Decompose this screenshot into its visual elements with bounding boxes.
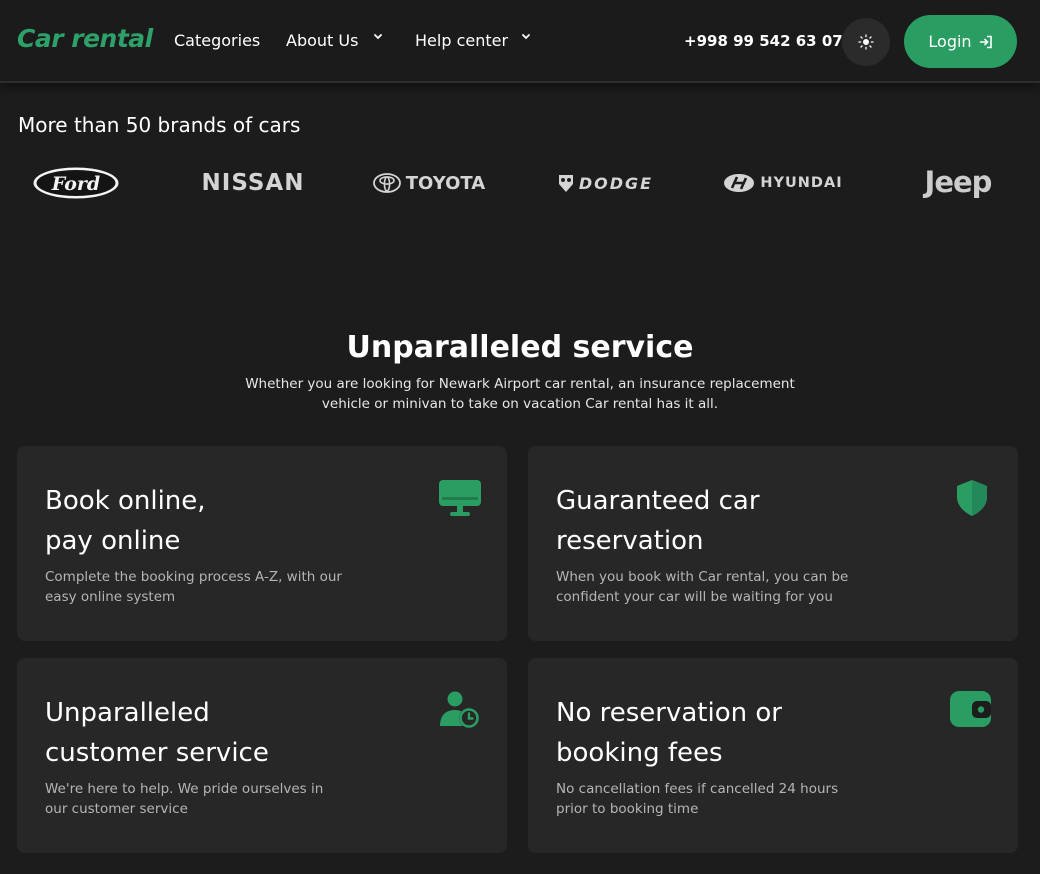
service-card-book-online: Book online, pay online Complete the boo… [17,446,507,641]
nav-categories[interactable]: Categories [174,31,260,50]
card-description-line: our customer service [45,801,188,817]
card-title-line: reservation [556,526,704,556]
brand-ford-logo[interactable]: Ford [32,166,120,200]
shield-icon [957,480,987,516]
service-subtitle: Whether you are looking for Newark Airpo… [240,374,800,414]
logo[interactable]: Car rental [17,24,153,53]
service-subtitle-line: vehicle or minivan to take on vacation C… [321,396,719,412]
wallet-icon [950,691,991,727]
site-header: Car rental Categories About Us Help cent… [0,0,1040,83]
card-description: No cancellation fees if cancelled 24 hou… [556,779,866,819]
ford-logo: Ford [33,167,119,199]
card-title-line: No reservation or [556,698,782,728]
jeep-logo-text: Jeep [924,165,993,199]
toyota-emblem-icon [372,173,401,193]
dodge-logo-text: DODGE [578,173,654,193]
ford-logo-text: Ford [51,173,100,195]
chevron-down-icon[interactable] [519,30,533,44]
card-title-line: Book online, [45,486,206,516]
card-description: When you book with Car rental, you can b… [556,567,866,607]
service-subtitle-line: Whether you are looking for Newark Airpo… [245,376,795,392]
card-description-line: confident your car will be waiting for y… [556,589,833,605]
nav-help-center[interactable]: Help center [415,31,508,50]
monitor-icon [439,480,481,516]
card-title: Unparalleled customer service [45,693,405,773]
login-arrow-icon [979,35,992,48]
brand-toyota-logo[interactable]: TOYOTA [370,168,488,198]
brands-title: More than 50 brands of cars [18,113,301,137]
card-description-line: prior to booking time [556,801,699,817]
card-title-line: booking fees [556,738,723,768]
card-title-line: Guaranteed car [556,486,760,516]
service-card-customer-service: Unparalleled customer service We're here… [17,658,507,853]
brand-dodge-logo[interactable]: DODGE [546,168,664,198]
card-description: Complete the booking process A-Z, with o… [45,567,355,607]
card-title-line: Unparalleled [45,698,210,728]
nissan-logo-text: NISSAN [201,170,305,196]
service-card-guaranteed-reservation: Guaranteed car reservation When you book… [528,446,1018,641]
sun-icon [858,34,874,50]
card-title: No reservation or booking fees [556,693,916,773]
service-card-no-fees: No reservation or booking fees No cancel… [528,658,1018,853]
card-description-line: We're here to help. We pride ourselves i… [45,781,324,797]
card-title: Guaranteed car reservation [556,481,916,561]
service-title: Unparalleled service [346,330,694,365]
nav-about-us[interactable]: About Us [286,31,358,50]
login-button[interactable]: Login [904,15,1017,68]
card-description-line: Complete the booking process A-Z, with o… [45,569,342,585]
card-title-line: customer service [45,738,269,768]
card-description-line: No cancellation fees if cancelled 24 hou… [556,781,839,797]
phone-number[interactable]: +998 99 542 63 07 [684,32,843,50]
dodge-ram-icon [558,175,573,192]
hyundai-emblem-icon [724,174,755,192]
card-description-line: easy online system [45,589,176,605]
card-title-line: pay online [45,526,181,556]
card-description: We're here to help. We pride ourselves i… [45,779,355,819]
card-description-line: When you book with Car rental, you can b… [556,569,849,585]
toyota-logo-text: TOYOTA [405,172,486,194]
login-label: Login [928,32,972,51]
chevron-down-icon[interactable] [371,30,385,44]
card-title: Book online, pay online [45,481,405,561]
hyundai-logo-text: HYUNDAI [760,175,843,191]
brand-nissan-logo[interactable]: NISSAN [192,168,314,198]
theme-toggle-button[interactable] [842,18,890,66]
brand-hyundai-logo[interactable]: HYUNDAI [722,168,844,198]
user-clock-icon [440,691,479,728]
brand-jeep-logo[interactable]: Jeep [912,163,1004,201]
